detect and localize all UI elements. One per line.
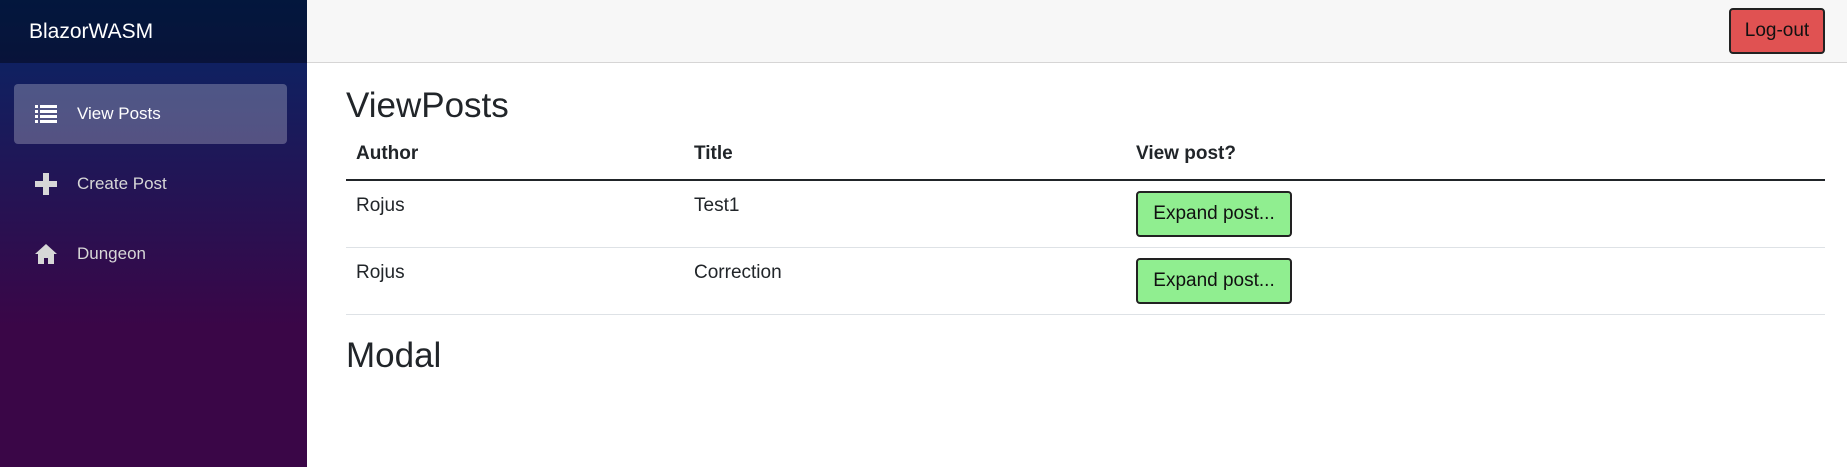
main-area: Log-out ViewPosts Author Title View post… [307, 0, 1847, 467]
sidebar-item-dungeon[interactable]: Dungeon [14, 224, 287, 284]
app-root: BlazorWASM View Posts Create Post Dungeo… [0, 0, 1847, 467]
home-icon [34, 242, 58, 266]
expand-post-button[interactable]: Expand post... [1136, 191, 1292, 237]
table-row: Rojus Test1 Expand post... [346, 180, 1825, 248]
table-row: Rojus Correction Expand post... [346, 247, 1825, 315]
sidebar-nav: View Posts Create Post Dungeon [0, 63, 307, 284]
sidebar-item-label: Create Post [77, 174, 167, 193]
modal-heading: Modal [346, 335, 442, 375]
cell-action: Expand post... [1126, 247, 1825, 315]
cell-action: Expand post... [1126, 180, 1825, 248]
cell-title: Test1 [684, 180, 1126, 248]
posts-table: Author Title View post? Rojus Test1 Expa… [346, 140, 1825, 315]
sidebar: BlazorWASM View Posts Create Post Dungeo… [0, 0, 307, 467]
page-title: ViewPosts [346, 86, 509, 125]
page-content: ViewPosts Author Title View post? Rojus … [307, 85, 1847, 377]
brand-bar: BlazorWASM [0, 0, 307, 63]
column-header-title: Title [684, 140, 1126, 181]
cell-author: Rojus [346, 180, 684, 248]
cell-title: Correction [684, 247, 1126, 315]
logout-button[interactable]: Log-out [1729, 8, 1825, 54]
sidebar-item-create-post[interactable]: Create Post [14, 154, 287, 214]
brand-link[interactable]: BlazorWASM [29, 20, 153, 44]
top-bar: Log-out [307, 0, 1847, 63]
list-icon [34, 102, 58, 126]
sidebar-item-label: Dungeon [77, 244, 147, 263]
sidebar-item-label: View Posts [77, 104, 161, 123]
column-header-view-post: View post? [1126, 140, 1825, 181]
expand-post-button[interactable]: Expand post... [1136, 257, 1292, 304]
table-header-row: Author Title View post? [346, 140, 1825, 181]
plus-icon [34, 172, 58, 196]
sidebar-item-view-posts[interactable]: View Posts [14, 84, 287, 144]
cell-author: Rojus [346, 247, 684, 315]
column-header-author: Author [346, 140, 684, 181]
